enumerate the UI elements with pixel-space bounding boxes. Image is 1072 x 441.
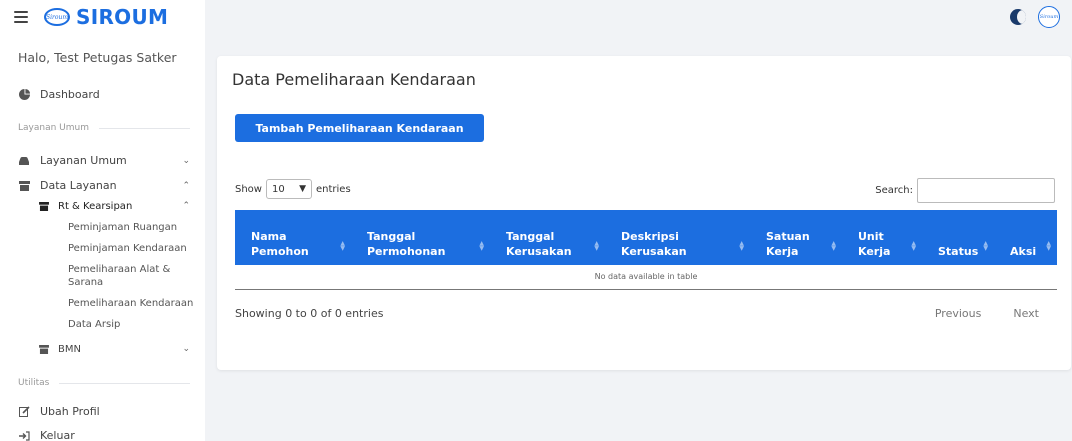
- column-header-label: Tanggal Permohonan: [367, 230, 446, 258]
- page-title: Data Pemeliharaan Kendaraan: [232, 70, 476, 89]
- edit-icon: [18, 406, 30, 418]
- search-label: Search:: [875, 185, 913, 196]
- sort-icon: ▲ ▼: [1046, 240, 1051, 252]
- sidebar-subitem-pemeliharaan-alat-cont[interactable]: Sarana: [68, 277, 103, 289]
- sort-icon: ▲ ▼: [831, 240, 836, 252]
- sidebar-item-bmn[interactable]: BMN ⌄: [38, 343, 190, 355]
- column-header-unit-kerja[interactable]: Unit Kerja ▲ ▼: [842, 210, 922, 265]
- sort-icon: ▲ ▼: [340, 240, 345, 252]
- search-input[interactable]: [917, 178, 1055, 203]
- sidebar-item-label: Ubah Profil: [40, 405, 100, 418]
- column-header-label: Tanggal Kerusakan: [506, 230, 572, 258]
- chevron-up-icon: ⌃: [182, 180, 190, 191]
- archive-icon: [18, 180, 30, 192]
- moon-icon[interactable]: [1010, 9, 1026, 25]
- show-label: Show: [235, 183, 262, 195]
- section-label-text: Utilitas: [18, 378, 50, 388]
- sidebar-subitem-data-arsip[interactable]: Data Arsip: [68, 319, 120, 331]
- section-label-utilitas: Utilitas: [18, 378, 190, 388]
- column-header-label: Satuan Kerja: [766, 230, 810, 258]
- chevron-down-icon: ▼: [299, 184, 306, 194]
- column-header-tanggal-permohonan[interactable]: Tanggal Permohonan ▲ ▼: [351, 210, 490, 265]
- next-button[interactable]: Next: [1013, 307, 1039, 320]
- column-header-satuan-kerja[interactable]: Satuan Kerja ▲ ▼: [750, 210, 842, 265]
- table-info: Showing 0 to 0 of 0 entries: [235, 307, 384, 320]
- brand-name[interactable]: SIROUM: [76, 5, 168, 29]
- brand-area: Siroum SIROUM: [0, 0, 205, 34]
- entries-select[interactable]: 10 ▼: [265, 179, 312, 199]
- column-header-status[interactable]: Status ▲ ▼: [922, 210, 994, 265]
- sidebar-item-dashboard[interactable]: Dashboard: [18, 88, 100, 101]
- main-card: Data Pemeliharaan Kendaraan Tambah Pemel…: [217, 56, 1071, 370]
- sidebar-item-label: BMN: [58, 343, 81, 355]
- empty-table-message: No data available in table: [235, 265, 1057, 290]
- hamburger-icon[interactable]: [14, 11, 28, 23]
- archive-icon: [38, 200, 50, 212]
- archive-icon: [38, 343, 50, 355]
- topbar-actions: Siroum: [1010, 6, 1060, 28]
- sidebar-item-label: Data Layanan: [40, 179, 117, 192]
- entries-length-control: Show 10 ▼ entries: [235, 179, 351, 199]
- sidebar-item-label: Keluar: [40, 429, 75, 441]
- column-header-label: Unit Kerja: [858, 230, 891, 258]
- sidebar-item-rt-kearsipan[interactable]: Rt & Kearsipan ⌃: [38, 200, 190, 212]
- section-label-layanan: Layanan Umum: [18, 123, 190, 133]
- add-maintenance-button[interactable]: Tambah Pemeliharaan Kendaraan: [235, 114, 484, 142]
- avatar[interactable]: Siroum: [1038, 6, 1060, 28]
- sidebar-item-data-layanan[interactable]: Data Layanan ⌃: [18, 179, 190, 192]
- search-control: Search:: [875, 178, 1055, 203]
- column-header-tanggal-kerusakan[interactable]: Tanggal Kerusakan ▲ ▼: [490, 210, 605, 265]
- sidebar-item-label: Dashboard: [40, 88, 100, 101]
- column-header-label: Status: [938, 245, 979, 258]
- sidebar-subitem-pemeliharaan-kendaraan[interactable]: Pemeliharaan Kendaraan: [68, 298, 193, 310]
- column-header-deskripsi-kerusakan[interactable]: Deskripsi Kerusakan ▲ ▼: [605, 210, 750, 265]
- pagination: Previous Next: [935, 307, 1039, 320]
- sidebar-item-label: Rt & Kearsipan: [58, 200, 133, 212]
- logout-icon: [18, 430, 30, 441]
- chevron-down-icon: ⌄: [182, 344, 190, 354]
- sort-icon: ▲ ▼: [983, 240, 988, 252]
- column-header-aksi[interactable]: Aksi ▲ ▼: [994, 210, 1057, 265]
- sidebar-subitem-peminjaman-kendaraan[interactable]: Peminjaman Kendaraan: [68, 243, 187, 255]
- chevron-down-icon: ⌄: [182, 155, 190, 166]
- sidebar-item-keluar[interactable]: Keluar: [18, 429, 75, 441]
- sort-icon: ▲ ▼: [479, 240, 484, 252]
- sidebar-item-layanan-umum[interactable]: Layanan Umum ⌄: [18, 154, 190, 167]
- sidebar-item-ubah-profil[interactable]: Ubah Profil: [18, 405, 100, 418]
- table-row: No data available in table: [235, 265, 1057, 290]
- table-header-row: Nama Pemohon ▲ ▼ Tanggal Permohonan ▲ ▼ Tang…: [235, 210, 1057, 265]
- column-header-nama-pemohon[interactable]: Nama Pemohon ▲ ▼: [235, 210, 351, 265]
- sidebar-subitem-pemeliharaan-alat[interactable]: Pemeliharaan Alat &: [68, 264, 170, 276]
- sidebar-subitem-peminjaman-ruangan[interactable]: Peminjaman Ruangan: [68, 222, 177, 234]
- greeting: Halo, Test Petugas Satker: [18, 50, 177, 65]
- column-header-label: Deskripsi Kerusakan: [621, 230, 687, 258]
- sort-icon: ▲ ▼: [739, 240, 744, 252]
- entries-label: entries: [315, 183, 351, 195]
- brand-logo: Siroum: [44, 8, 70, 26]
- top-bar: Siroum SIROUM Siroum: [0, 0, 1072, 34]
- entries-value: 10: [271, 183, 285, 195]
- sidebar-item-label: Layanan Umum: [40, 154, 127, 167]
- sidebar: Halo, Test Petugas Satker Dashboard Laya…: [0, 34, 205, 441]
- column-header-label: Aksi: [1010, 245, 1037, 258]
- pie-chart-icon: [18, 89, 30, 101]
- previous-button[interactable]: Previous: [935, 307, 982, 320]
- sort-icon: ▲ ▼: [594, 240, 599, 252]
- chevron-up-icon: ⌃: [182, 201, 190, 211]
- car-icon: [18, 155, 30, 167]
- sort-icon: ▲ ▼: [911, 240, 916, 252]
- section-label-text: Layanan Umum: [18, 123, 89, 133]
- data-table: Nama Pemohon ▲ ▼ Tanggal Permohonan ▲ ▼ Tang…: [235, 210, 1057, 290]
- column-header-label: Nama Pemohon: [251, 230, 309, 258]
